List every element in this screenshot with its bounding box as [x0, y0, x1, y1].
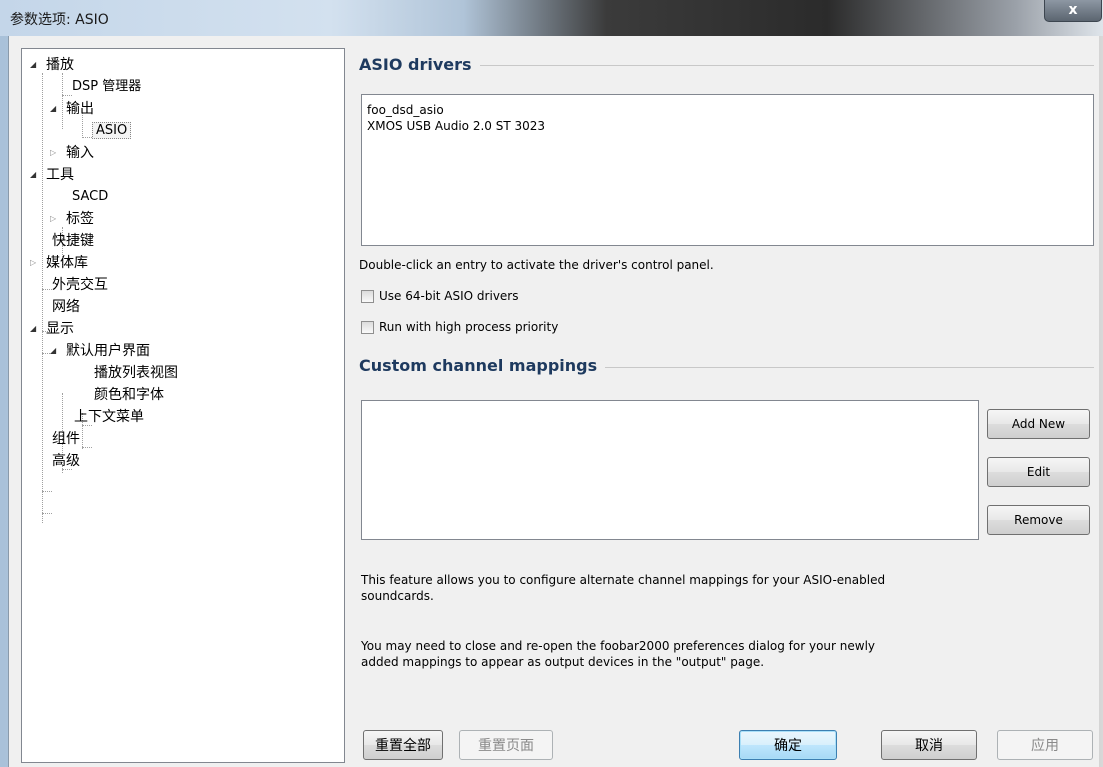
- tree-item-label: 工具: [46, 167, 74, 183]
- tree-item-label: SACD: [72, 189, 109, 204]
- dialog-client-area: ◢ 播放 DSP 管理器 ◢ 输出 ASIO ▷ 输入 ◢ 工具 SACD ▷ …: [8, 36, 1099, 767]
- collapsed-triangle-icon[interactable]: ▷: [50, 143, 60, 163]
- tree-item-colors-fonts[interactable]: 颜色和字体: [94, 385, 164, 405]
- use-64bit-label[interactable]: Use 64-bit ASIO drivers: [379, 289, 518, 303]
- expanded-triangle-icon[interactable]: ◢: [30, 55, 40, 75]
- preferences-tree[interactable]: ◢ 播放 DSP 管理器 ◢ 输出 ASIO ▷ 输入 ◢ 工具 SACD ▷ …: [21, 48, 345, 763]
- tree-guide-line: [42, 73, 43, 523]
- tree-item-shell-integration[interactable]: 外壳交互: [52, 275, 108, 295]
- tree-item-label: 播放: [46, 57, 74, 73]
- driver-list-item[interactable]: foo_dsd_asio: [367, 103, 444, 117]
- collapsed-triangle-icon[interactable]: ▷: [30, 253, 40, 273]
- driver-hint-text: Double-click an entry to activate the dr…: [359, 258, 714, 272]
- high-priority-checkbox[interactable]: [361, 320, 374, 334]
- high-priority-label[interactable]: Run with high process priority: [379, 320, 558, 334]
- apply-button[interactable]: 应用: [997, 730, 1093, 760]
- channel-mappings-heading: Custom channel mappings: [359, 356, 606, 375]
- collapsed-triangle-icon[interactable]: ▷: [50, 209, 60, 229]
- tree-item-advanced[interactable]: 高级: [52, 451, 80, 471]
- tree-item-label: 媒体库: [46, 255, 88, 271]
- close-button[interactable]: x: [1044, 0, 1102, 22]
- asio-drivers-list[interactable]: foo_dsd_asio XMOS USB Audio 2.0 ST 3023: [361, 94, 1094, 246]
- tree-guide-line: [82, 447, 92, 448]
- info-line: This feature allows you to configure alt…: [361, 573, 886, 587]
- info-line: You may need to close and re-open the fo…: [361, 639, 876, 653]
- mappings-info-text: This feature allows you to configure alt…: [361, 572, 885, 604]
- add-new-button[interactable]: Add New: [987, 409, 1090, 439]
- tree-item-output[interactable]: ◢ 输出: [50, 99, 94, 119]
- expanded-triangle-icon[interactable]: ◢: [30, 319, 40, 339]
- channel-mappings-list[interactable]: [361, 400, 979, 540]
- ok-button[interactable]: 确定: [739, 730, 837, 760]
- reset-all-button[interactable]: 重置全部: [363, 730, 443, 760]
- use-64bit-checkbox[interactable]: [361, 289, 374, 303]
- tree-guide-line: [42, 289, 52, 290]
- tree-item-default-ui[interactable]: ◢ 默认用户界面: [50, 341, 150, 361]
- tree-guide-line: [62, 95, 72, 96]
- tree-item-label: 标签: [66, 211, 94, 227]
- mappings-note-text: You may need to close and re-open the fo…: [361, 638, 875, 670]
- tree-item-label: 播放列表视图: [94, 365, 178, 381]
- close-icon: x: [1068, 2, 1078, 18]
- tree-item-networking[interactable]: 网络: [52, 297, 80, 317]
- tree-item-context-menu[interactable]: 上下文菜单: [74, 407, 144, 427]
- tree-guide-line: [82, 137, 92, 138]
- tree-item-sacd[interactable]: SACD: [72, 187, 108, 207]
- tree-item-label: 外壳交互: [52, 277, 108, 293]
- high-priority-checkbox-row[interactable]: Run with high process priority: [361, 318, 558, 336]
- tree-item-playlist-view[interactable]: 播放列表视图: [94, 363, 178, 383]
- preferences-window: 参数选项: ASIO x ◢ 播放 DSP 管理器 ◢ 输出 ASIO ▷ 输入…: [0, 0, 1103, 767]
- expanded-triangle-icon[interactable]: ◢: [50, 99, 60, 119]
- remove-button[interactable]: Remove: [987, 505, 1090, 535]
- tree-item-shortcuts[interactable]: 快捷键: [52, 231, 94, 251]
- tree-item-label: DSP 管理器: [72, 79, 142, 94]
- tree-item-tools[interactable]: ◢ 工具: [30, 165, 74, 185]
- tree-item-label: 输出: [66, 101, 94, 117]
- tree-guide-line: [42, 513, 52, 514]
- tree-item-label: 快捷键: [52, 233, 94, 249]
- driver-list-item[interactable]: XMOS USB Audio 2.0 ST 3023: [367, 119, 545, 133]
- info-line: soundcards.: [361, 589, 434, 603]
- reset-page-button[interactable]: 重置页面: [459, 730, 553, 760]
- asio-drivers-heading: ASIO drivers: [359, 55, 480, 74]
- cancel-button[interactable]: 取消: [881, 730, 977, 760]
- tree-guide-line: [42, 491, 52, 492]
- info-line: added mappings to appear as output devic…: [361, 655, 765, 669]
- tree-item-label: 网络: [52, 299, 80, 315]
- title-bar[interactable]: 参数选项: ASIO x: [0, 0, 1103, 36]
- tree-item-tags[interactable]: ▷ 标签: [50, 209, 94, 229]
- tree-item-label: 显示: [46, 321, 74, 337]
- tree-item-display[interactable]: ◢ 显示: [30, 319, 74, 339]
- tree-item-label: 默认用户界面: [66, 343, 150, 359]
- expanded-triangle-icon[interactable]: ◢: [30, 165, 40, 185]
- tree-item-label: 颜色和字体: [94, 387, 164, 403]
- tree-item-label: ASIO: [92, 122, 132, 139]
- tree-item-components[interactable]: 组件: [52, 429, 80, 449]
- edit-button[interactable]: Edit: [987, 457, 1090, 487]
- window-title: 参数选项: ASIO: [10, 12, 109, 28]
- tree-item-label: 高级: [52, 453, 80, 469]
- expanded-triangle-icon[interactable]: ◢: [50, 341, 60, 361]
- tree-item-label: 组件: [52, 431, 80, 447]
- use-64bit-checkbox-row[interactable]: Use 64-bit ASIO drivers: [361, 287, 518, 305]
- tree-item-label: 上下文菜单: [74, 409, 144, 425]
- tree-item-playback[interactable]: ◢ 播放: [30, 55, 74, 75]
- tree-item-input[interactable]: ▷ 输入: [50, 143, 94, 163]
- tree-item-dsp-manager[interactable]: DSP 管理器: [72, 77, 141, 97]
- tree-item-media-library[interactable]: ▷ 媒体库: [30, 253, 88, 273]
- tree-item-asio[interactable]: ASIO: [92, 121, 132, 141]
- tree-item-label: 输入: [66, 145, 94, 161]
